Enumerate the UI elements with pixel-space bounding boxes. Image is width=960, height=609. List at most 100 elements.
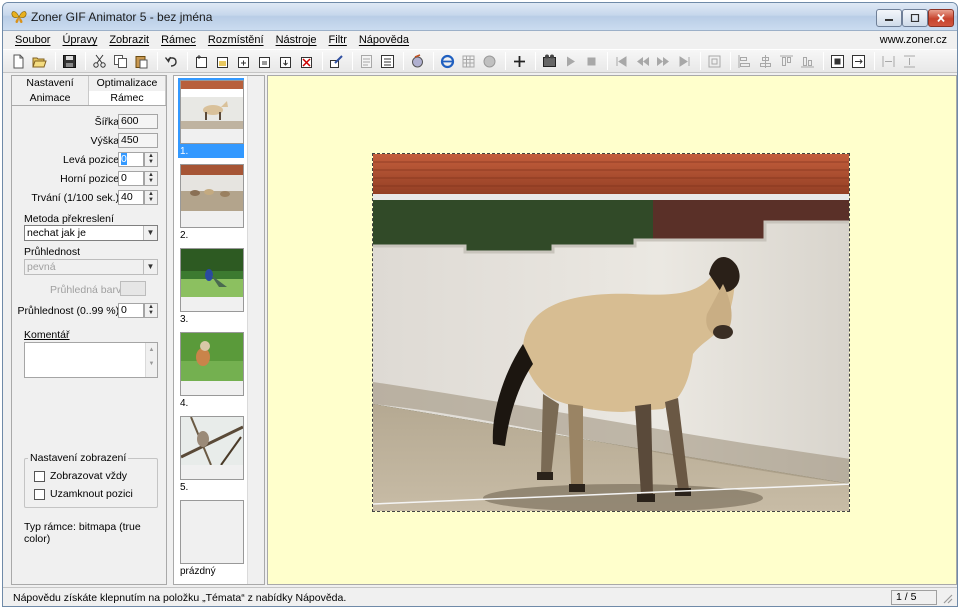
frame-duplicate-icon[interactable] (234, 52, 253, 70)
opacity-input[interactable]: 0 (118, 303, 144, 318)
align-center-icon[interactable] (756, 52, 775, 70)
left-position-row: Levá pozice: 0 ▲ ▼ (12, 152, 166, 168)
comment-textarea[interactable]: ▲ ▼ (24, 342, 158, 378)
redraw-method-select[interactable]: nechat jak je ▼ (24, 225, 158, 241)
globe-icon[interactable] (480, 52, 499, 70)
toolbar-separator (535, 52, 536, 70)
chevron-down-icon: ▼ (143, 260, 157, 274)
transparency-select[interactable]: pevná ▼ (24, 259, 158, 275)
properties-icon[interactable] (357, 52, 376, 70)
height-field: 450 (118, 133, 158, 148)
butterfly-icon (11, 11, 27, 23)
frame-item-4[interactable]: 4. (178, 330, 244, 410)
menu-ramec[interactable]: Rámec (161, 34, 196, 46)
toolbar-separator (433, 52, 434, 70)
menu-upravy[interactable]: Úpravy (62, 34, 97, 46)
prev-frame-icon[interactable] (633, 52, 652, 70)
close-button[interactable] (928, 9, 954, 27)
open-icon[interactable] (30, 52, 49, 70)
menu-filtr[interactable]: Filtr (329, 34, 347, 46)
top-position-stepper[interactable]: ▲ ▼ (144, 171, 158, 186)
play-icon[interactable] (561, 52, 580, 70)
duration-label: Trvání (1/100 sek.): (31, 192, 122, 204)
lock-position-checkbox[interactable]: Uzamknout pozici (34, 488, 133, 500)
animation-wizard-icon[interactable] (540, 52, 559, 70)
menu-rozmisteni[interactable]: Rozmístění (208, 34, 264, 46)
tabs-row-top: Nastavení Optimalizace (12, 76, 166, 91)
copy-icon[interactable] (111, 52, 130, 70)
frame-item-empty[interactable]: prázdný (178, 498, 244, 578)
undo-icon[interactable] (162, 52, 181, 70)
frame-import-icon[interactable] (276, 52, 295, 70)
resize-icon[interactable] (849, 52, 868, 70)
website-link[interactable]: www.zoner.cz (880, 34, 947, 46)
opacity-stepper[interactable]: ▲ ▼ (144, 303, 158, 318)
maximize-button[interactable] (902, 9, 928, 27)
first-frame-icon[interactable] (612, 52, 631, 70)
menu-napoveda[interactable]: Nápověda (359, 34, 409, 46)
last-frame-icon[interactable] (675, 52, 694, 70)
tab-optimalizace[interactable]: Optimalizace (89, 76, 166, 91)
always-show-checkbox[interactable]: Zobrazovat vždy (34, 470, 127, 482)
tab-nastaveni[interactable]: Nastavení (12, 76, 89, 91)
paste-icon[interactable] (132, 52, 151, 70)
duration-input[interactable]: 40 (118, 190, 144, 205)
frame-item-2[interactable]: 2. (178, 162, 244, 242)
left-position-input[interactable]: 0 (118, 152, 144, 167)
opacity-label: Průhlednost (0..99 %): (17, 305, 122, 317)
resize-grip-icon[interactable] (941, 592, 953, 604)
frame-new-icon[interactable] (192, 52, 211, 70)
ie-preview-icon[interactable] (438, 52, 457, 70)
checkbox-box[interactable] (34, 470, 45, 482)
duration-stepper[interactable]: ▲ ▼ (144, 190, 158, 205)
size-icon[interactable] (828, 52, 847, 70)
align-top-icon[interactable] (777, 52, 796, 70)
frame-item-5[interactable]: 5. (178, 414, 244, 494)
frame-image[interactable] (372, 153, 850, 512)
fit-icon[interactable] (705, 52, 724, 70)
menu-soubor[interactable]: Soubor (15, 34, 50, 46)
frame-list-scrollbar[interactable] (247, 76, 264, 584)
frame-insert-icon[interactable] (255, 52, 274, 70)
menu-nastroje[interactable]: Nástroje (276, 34, 317, 46)
grid-icon[interactable] (459, 52, 478, 70)
editor-canvas[interactable] (267, 75, 957, 585)
toolbar-separator (874, 52, 875, 70)
frame-item-3[interactable]: 3. (178, 246, 244, 326)
stop-icon[interactable] (582, 52, 601, 70)
frame-delete-icon[interactable] (297, 52, 316, 70)
frame-open-icon[interactable] (213, 52, 232, 70)
frame-thumbnail (180, 416, 244, 480)
minimize-icon (885, 19, 893, 21)
spread-vertical-icon[interactable] (900, 52, 919, 70)
left-position-stepper[interactable]: ▲ ▼ (144, 152, 158, 167)
tile-icon[interactable] (378, 52, 397, 70)
lock-position-label: Uzamknout pozici (50, 488, 133, 500)
left-position-label: Levá pozice: (63, 154, 122, 166)
checkbox-box[interactable] (34, 488, 45, 500)
tab-ramec[interactable]: Rámec (89, 91, 166, 105)
align-left-icon[interactable] (735, 52, 754, 70)
new-icon[interactable] (9, 52, 28, 70)
status-bar: Nápovědu získáte klepnutím na položku „T… (3, 587, 957, 606)
edit-frame-icon[interactable] (327, 52, 346, 70)
menu-zobrazit[interactable]: Zobrazit (109, 34, 149, 46)
optimize-icon[interactable] (408, 52, 427, 70)
peacock-thumbnail (181, 249, 243, 311)
save-icon[interactable] (60, 52, 79, 70)
next-frame-icon[interactable] (654, 52, 673, 70)
display-settings-group (24, 458, 158, 508)
top-position-input[interactable]: 0 (118, 171, 144, 186)
tab-animace[interactable]: Animace (12, 91, 89, 105)
cut-icon[interactable] (90, 52, 109, 70)
frame-item-1[interactable]: 1. (178, 78, 244, 158)
transparent-color-swatch[interactable] (120, 281, 146, 296)
frame-thumbnail-empty (180, 500, 244, 564)
spread-horizontal-icon[interactable] (879, 52, 898, 70)
add-icon[interactable] (510, 52, 529, 70)
minimize-button[interactable] (876, 9, 902, 27)
comment-scrollbar[interactable]: ▲ ▼ (145, 343, 157, 377)
tree-monkey-thumbnail (180, 416, 244, 479)
align-bottom-icon[interactable] (798, 52, 817, 70)
duration-row: Trvání (1/100 sek.): 40 ▲ ▼ (12, 190, 166, 206)
